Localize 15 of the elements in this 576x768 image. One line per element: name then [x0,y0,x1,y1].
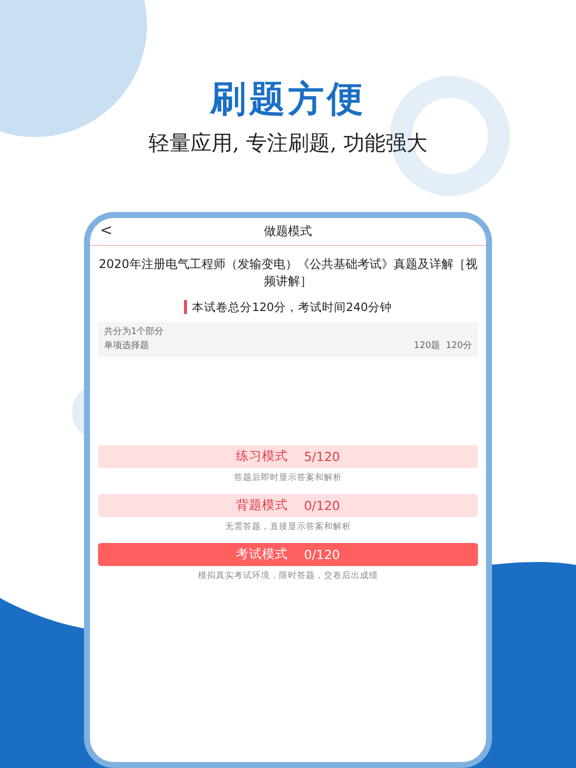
back-button[interactable]: < [100,221,113,239]
paper-title: 2020年注册电气工程师（发输变电）《公共基础考试》真题及详解［视频讲解］ [98,256,478,290]
mode-description: 无需答题，直接显示答案和解析 [224,521,352,533]
section-name: 单项选择题 [104,340,149,353]
mode-button[interactable]: 考试模式 0/120 [98,543,478,566]
paper-summary: 本试卷总分120分，考试时间240分钟 [184,300,392,314]
mode-button[interactable]: 练习模式 5/120 [98,445,478,468]
mode-description: 模拟真实考试环境，限时答题，交卷后出成绩 [197,570,379,582]
mode-button[interactable]: 背题模式 0/120 [98,494,478,517]
sections-heading: 共分为1个部分 [104,326,165,339]
mode-description: 答题后即时显示答案和解析 [233,472,343,484]
section-stats: 120题 120分 [414,340,472,353]
tagline: 轻量应用, 专注刷题, 功能强大 [148,130,428,157]
headline: 刷题方便 [210,77,366,122]
screen-title: 做题模式 [264,223,312,240]
